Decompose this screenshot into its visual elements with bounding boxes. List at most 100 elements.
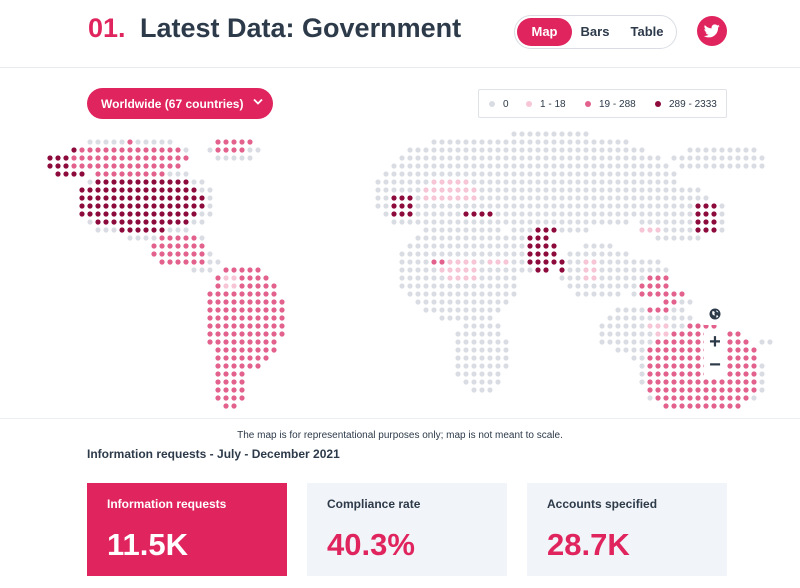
map-dot: [575, 187, 581, 193]
map-dot: [527, 187, 533, 193]
map-dot: [415, 259, 421, 265]
map-dot: [727, 163, 733, 169]
map-dot: [687, 219, 693, 225]
map-dot: [719, 211, 725, 217]
map-dot: [247, 155, 253, 161]
map-dot: [495, 291, 501, 297]
map-dot: [671, 403, 677, 409]
map-dot: [223, 323, 229, 329]
map-dot: [415, 179, 421, 185]
zoom-out-button[interactable]: −: [704, 355, 726, 377]
map-dot: [111, 187, 117, 193]
map-dot: [719, 395, 725, 401]
map-dot: [455, 371, 461, 377]
map-dot: [71, 147, 77, 153]
map-dot: [391, 163, 397, 169]
map-dot: [455, 243, 461, 249]
map-dot: [215, 395, 221, 401]
map-dot: [655, 395, 661, 401]
map-dot: [623, 147, 629, 153]
map-dot: [615, 195, 621, 201]
map-dot: [423, 227, 429, 233]
map-dot: [431, 235, 437, 241]
map-dot: [519, 227, 525, 233]
map-dot: [423, 195, 429, 201]
map-dot: [663, 371, 669, 377]
map-dot: [759, 155, 765, 161]
map-dot: [239, 363, 245, 369]
map-dot: [223, 347, 229, 353]
view-toggle: Map Bars Table: [514, 15, 677, 49]
map-dot: [239, 139, 245, 145]
world-dot-map[interactable]: [30, 122, 780, 414]
map-dot: [143, 211, 149, 217]
stat-card-information-requests[interactable]: Information requests 11.5K: [87, 483, 287, 576]
map-dot: [487, 203, 493, 209]
map-dot: [471, 219, 477, 225]
map-dot: [591, 163, 597, 169]
map-dot: [143, 227, 149, 233]
map-dot: [471, 315, 477, 321]
map-dot: [623, 171, 629, 177]
map-dot: [111, 179, 117, 185]
map-dot: [263, 331, 269, 337]
map-dot: [271, 283, 277, 289]
map-dot: [599, 155, 605, 161]
map-dot: [511, 283, 517, 289]
map-dot: [103, 163, 109, 169]
map-dot: [495, 307, 501, 313]
reset-view-button[interactable]: [704, 303, 726, 325]
map-dot: [159, 163, 165, 169]
map-dot: [463, 347, 469, 353]
map-dot: [631, 179, 637, 185]
map-dot: [183, 227, 189, 233]
map-dot: [167, 163, 173, 169]
map-dot: [727, 403, 733, 409]
map-dot: [655, 179, 661, 185]
map-dot: [431, 251, 437, 257]
zoom-in-button[interactable]: +: [704, 331, 726, 353]
map-dot: [263, 315, 269, 321]
map-dot: [143, 235, 149, 241]
map-dot: [471, 347, 477, 353]
map-dot: [231, 155, 237, 161]
map-dot: [495, 251, 501, 257]
map-dot: [159, 187, 165, 193]
map-dot: [535, 227, 541, 233]
map-dot: [487, 155, 493, 161]
map-dot: [247, 275, 253, 281]
map-dot: [95, 171, 101, 177]
map-dot: [695, 395, 701, 401]
map-dot: [575, 179, 581, 185]
map-dot: [191, 179, 197, 185]
map-dot: [175, 147, 181, 153]
map-dot: [679, 195, 685, 201]
map-dot: [279, 331, 285, 337]
map-dot: [175, 179, 181, 185]
table-view-button[interactable]: Table: [621, 18, 673, 46]
twitter-share-button[interactable]: [697, 16, 727, 46]
map-dot: [615, 307, 621, 313]
map-dot: [111, 203, 117, 209]
map-dot: [199, 259, 205, 265]
map-dot: [455, 363, 461, 369]
stat-card-compliance-rate[interactable]: Compliance rate 40.3%: [307, 483, 507, 576]
map-dot: [503, 139, 509, 145]
map-dot: [647, 155, 653, 161]
map-dot: [423, 179, 429, 185]
bars-view-button[interactable]: Bars: [573, 18, 617, 46]
map-dot: [215, 299, 221, 305]
map-dot: [103, 203, 109, 209]
map-dot: [471, 267, 477, 273]
map-dot: [655, 203, 661, 209]
map-dot: [527, 267, 533, 273]
region-selector[interactable]: Worldwide (67 countries): [87, 88, 273, 119]
map-dot: [215, 379, 221, 385]
map-dot: [199, 179, 205, 185]
map-view-button[interactable]: Map: [517, 18, 572, 46]
map-dot: [591, 219, 597, 225]
map-dot: [151, 235, 157, 241]
map-dot: [255, 347, 261, 353]
stat-card-accounts-specified[interactable]: Accounts specified 28.7K: [527, 483, 727, 576]
map-dot: [463, 267, 469, 273]
